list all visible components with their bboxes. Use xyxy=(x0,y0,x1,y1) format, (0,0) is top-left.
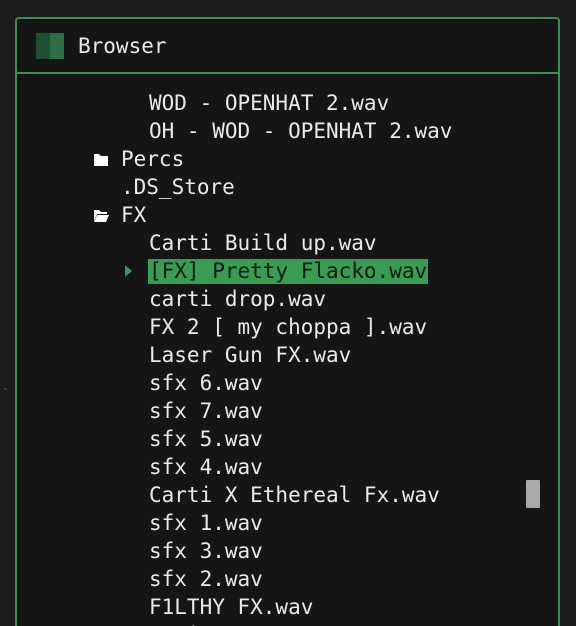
tree-item-label: .DS_Store xyxy=(121,175,235,199)
tree-file-row[interactable]: WOD - OPENHAT 2.wav xyxy=(17,89,558,117)
tree-file-row[interactable]: OH - WOD - OPENHAT 2.wav xyxy=(17,117,558,145)
tree-item-label: sfx 5.wav xyxy=(149,427,263,451)
tree-file-row[interactable]: sfx 3.wav xyxy=(17,537,558,565)
tree-file-row[interactable]: Carti Build up.wav xyxy=(17,229,558,257)
tree-item-label: WOD - OPENHAT 2.wav xyxy=(149,91,390,115)
tree-item-label: Carti X Ethereal Fx.wav xyxy=(149,483,440,507)
tree-file-row[interactable]: FX 2 [ my choppa ].wav xyxy=(17,313,558,341)
background-speck xyxy=(4,388,7,390)
browser-panel-icon xyxy=(36,33,64,59)
tree-file-row[interactable]: sfx 7.wav xyxy=(17,397,558,425)
tree-item-label: FX xyxy=(121,203,147,227)
tree-item-label: Carti Build up.wav xyxy=(149,231,377,255)
tree-item-label: sfx 2.wav xyxy=(149,567,263,591)
tree-item-label: [FX] Pretty Flacko.wav xyxy=(148,259,429,284)
tree-file-row[interactable]: [FX] Pretty Flacko.wav xyxy=(17,257,558,285)
tree-file-row[interactable]: Fruit xyxy=(17,621,558,626)
tree-file-row[interactable]: sfx 1.wav xyxy=(17,509,558,537)
tree-item-label: OH - WOD - OPENHAT 2.wav xyxy=(149,119,453,143)
browser-panel: Browser WOD - OPENHAT 2.wav OH - WOD - OP… xyxy=(15,17,560,626)
tree-file-row[interactable]: .DS_Store xyxy=(17,173,558,201)
tree-file-row[interactable]: sfx 4.wav xyxy=(17,453,558,481)
tree-item-label: sfx 3.wav xyxy=(149,539,263,563)
tree-file-row[interactable]: carti drop.wav xyxy=(17,285,558,313)
tree-item-label: Fruit xyxy=(148,621,213,626)
tree-item-label: Laser Gun FX.wav xyxy=(149,343,352,367)
folder-closed-icon xyxy=(93,145,109,173)
tree-item-label: F1LTHY FX.wav xyxy=(149,595,314,619)
play-arrow-icon[interactable] xyxy=(121,257,137,285)
tree-item-label: carti drop.wav xyxy=(149,287,327,311)
tree-item-label: sfx 1.wav xyxy=(149,511,263,535)
tree-folder-row[interactable]: FX xyxy=(17,201,558,229)
tree-file-row[interactable]: F1LTHY FX.wav xyxy=(17,593,558,621)
tree-folder-row[interactable]: Percs xyxy=(17,145,558,173)
tree-file-row[interactable]: sfx 6.wav xyxy=(17,369,558,397)
tree-item-label: sfx 7.wav xyxy=(149,399,263,423)
panel-title: Browser xyxy=(78,34,167,58)
scrollbar-thumb[interactable] xyxy=(526,480,540,508)
tree-item-label: sfx 4.wav xyxy=(149,455,263,479)
tree-item-label: sfx 6.wav xyxy=(149,371,263,395)
tree-item-label: Percs xyxy=(121,147,185,171)
tree-file-row[interactable]: sfx 5.wav xyxy=(17,425,558,453)
tree-item-label: FX 2 [ my choppa ].wav xyxy=(149,315,428,339)
tree-file-row[interactable]: Laser Gun FX.wav xyxy=(17,341,558,369)
browser-titlebar: Browser xyxy=(17,19,558,74)
tree-file-row[interactable]: sfx 2.wav xyxy=(17,565,558,593)
tree-file-row[interactable]: Carti X Ethereal Fx.wav xyxy=(17,481,558,509)
folder-open-icon xyxy=(93,201,109,229)
